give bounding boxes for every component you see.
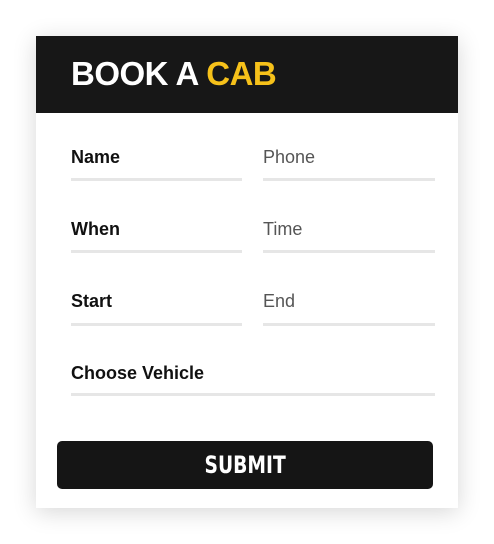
title-accent: CAB [206,55,277,92]
name-underline [71,178,242,181]
when-field [71,209,242,253]
start-field [71,281,242,326]
phone-field [263,137,435,181]
name-input[interactable] [71,137,242,177]
start-input[interactable] [71,281,242,321]
title-prefix: BOOK A [71,55,198,92]
vehicle-underline [71,393,435,396]
when-input[interactable] [71,209,242,249]
card-header: BOOK A CAB [36,36,458,113]
end-input[interactable] [263,281,435,321]
vehicle-input[interactable] [71,353,435,393]
page-title: BOOK A CAB [71,54,277,94]
end-underline [263,323,435,326]
start-underline [71,323,242,326]
vehicle-field [71,353,435,396]
phone-input[interactable] [263,137,435,177]
end-field [263,281,435,326]
submit-button[interactable]: SUBMIT [57,441,433,489]
when-underline [71,250,242,253]
time-underline [263,250,435,253]
booking-card: BOOK A CAB SUBMIT [36,36,458,508]
time-input[interactable] [263,209,435,249]
submit-label: SUBMIT [204,451,286,479]
phone-underline [263,178,435,181]
time-field [263,209,435,253]
name-field [71,137,242,181]
